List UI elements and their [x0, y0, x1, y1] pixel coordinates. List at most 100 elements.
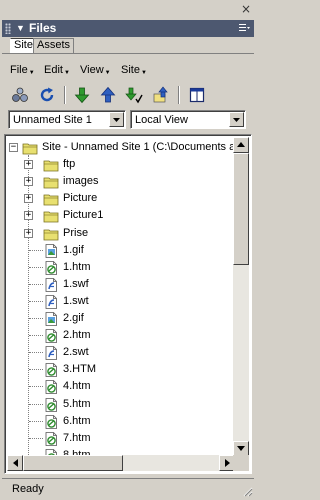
tree-folder-row[interactable]: + Picture1	[7, 207, 235, 224]
site-file-tree[interactable]: − Site - Unnamed Site 1 (C:\Documents a …	[4, 134, 252, 474]
tree-folder-row[interactable]: + images	[7, 173, 235, 190]
toolbar-separator	[178, 86, 180, 104]
tree-branch-line	[29, 300, 43, 302]
put-icon[interactable]	[99, 86, 117, 104]
resize-grip-icon[interactable]	[242, 486, 253, 497]
expand-icon[interactable]	[188, 86, 206, 104]
refresh-icon[interactable]	[38, 86, 56, 104]
tree-branch-line	[29, 403, 43, 405]
tree-item-label: 1.swf	[63, 277, 89, 290]
view-select[interactable]: Local View	[130, 110, 246, 129]
expand-toggle-icon[interactable]: +	[24, 194, 33, 204]
tree-content: − Site - Unnamed Site 1 (C:\Documents a …	[7, 137, 235, 457]
check-out-icon[interactable]	[125, 86, 143, 104]
options-menu-icon[interactable]	[238, 22, 250, 34]
folder-icon	[43, 160, 59, 172]
horizontal-scrollbar[interactable]	[7, 455, 235, 471]
view-select-dropdown-button[interactable]	[229, 112, 244, 127]
htm-file-icon	[45, 380, 57, 395]
expand-toggle-icon[interactable]: +	[24, 228, 33, 238]
vertical-scroll-thumb[interactable]	[233, 153, 249, 265]
tree-file-row[interactable]: 2.htm	[7, 327, 235, 344]
tree-branch-line	[29, 249, 43, 251]
htm-file-icon	[45, 397, 57, 412]
tree-item-label: 5.htm	[63, 397, 91, 410]
htm-file-icon	[45, 260, 57, 275]
scroll-right-arrow-icon	[225, 459, 230, 467]
window-top-strip: ×	[0, 0, 256, 20]
folder-icon	[43, 229, 59, 240]
menu-site[interactable]: Site▼	[121, 62, 147, 81]
htm-file-icon	[45, 431, 57, 446]
gif-file-icon	[45, 243, 57, 258]
tree-branch-line	[29, 369, 43, 371]
panel-title: Files	[29, 21, 57, 35]
tree-file-row[interactable]: 4.htm	[7, 378, 235, 395]
expand-toggle-icon[interactable]: +	[24, 211, 33, 221]
tree-root-label: Site - Unnamed Site 1 (C:\Documents a	[42, 141, 235, 153]
tree-item-label: 6.htm	[63, 414, 91, 427]
tree-item-label: 4.htm	[63, 380, 91, 393]
expand-toggle-icon[interactable]: +	[24, 177, 33, 187]
tree-branch-line	[29, 352, 43, 354]
tree-branch-line	[29, 386, 43, 388]
tree-file-row[interactable]: 7.htm	[7, 430, 235, 447]
scrollbar-corner	[233, 455, 249, 471]
tree-item-label: 1.htm	[63, 260, 91, 273]
tree-file-row[interactable]: 2.swt	[7, 344, 235, 361]
tree-branch-line	[29, 283, 43, 285]
tree-item-label: Picture	[63, 192, 98, 205]
site-select[interactable]: Unnamed Site 1	[8, 110, 126, 129]
folder-icon	[43, 211, 59, 223]
status-bar: Ready	[2, 478, 254, 498]
menu-view[interactable]: View▼	[80, 62, 111, 81]
toolbar-separator	[64, 86, 66, 104]
tree-file-row[interactable]: 1.swt	[7, 293, 235, 310]
menu-bar: File▼ Edit▼ View▼ Site▼	[2, 62, 254, 78]
tree-file-row[interactable]: 6.htm	[7, 413, 235, 430]
site-select-dropdown-button[interactable]	[109, 112, 124, 127]
tree-item-label: 7.htm	[63, 431, 91, 444]
tree-file-row[interactable]: 2.gif	[7, 310, 235, 327]
selector-row: Unnamed Site 1 Local View	[2, 110, 254, 130]
tree-folder-row[interactable]: + ftp	[7, 156, 235, 173]
scroll-down-arrow-icon	[237, 446, 245, 451]
htm-file-icon	[45, 363, 57, 378]
site-folder-icon	[22, 143, 38, 155]
gif-file-icon	[45, 312, 57, 326]
tree-file-row[interactable]: 1.swf	[7, 276, 235, 293]
tree-file-row[interactable]: 1.htm	[7, 259, 235, 276]
get-icon[interactable]	[73, 86, 91, 104]
panel-title-bar[interactable]: ▼ Files	[2, 20, 254, 37]
tree-file-row[interactable]: 1.gif	[7, 242, 235, 259]
menu-file[interactable]: File▼	[10, 62, 35, 81]
tree-folder-row[interactable]: + Picture	[7, 190, 235, 207]
scroll-left-button[interactable]	[7, 455, 23, 471]
collapse-arrow-icon[interactable]: ▼	[16, 21, 25, 36]
tree-branch-line	[29, 420, 43, 422]
scroll-up-button[interactable]	[233, 137, 249, 153]
chevron-down-icon	[233, 118, 240, 122]
tree-folder-row[interactable]: + Prise	[7, 225, 235, 242]
scroll-left-arrow-icon	[13, 459, 18, 467]
expand-toggle-icon[interactable]: +	[24, 160, 33, 170]
vertical-scrollbar[interactable]	[233, 137, 249, 457]
tree-file-row[interactable]: 3.HTM	[7, 361, 235, 378]
tree-root-row[interactable]: − Site - Unnamed Site 1 (C:\Documents a	[7, 139, 235, 156]
tab-divider	[2, 53, 254, 54]
folder-icon	[43, 177, 59, 189]
htm-file-icon	[45, 414, 57, 429]
tree-file-row[interactable]: 5.htm	[7, 396, 235, 413]
tree-item-label: 1.gif	[63, 243, 84, 256]
tree-item-label: ftp	[63, 158, 76, 171]
menu-edit[interactable]: Edit▼	[44, 62, 70, 81]
tab-assets[interactable]: Assets	[33, 38, 75, 53]
connect-icon[interactable]	[11, 86, 29, 104]
horizontal-scroll-thumb[interactable]	[23, 455, 123, 471]
drag-grip-icon[interactable]	[5, 23, 11, 34]
tree-item-label: 2.htm	[63, 329, 91, 342]
close-icon[interactable]: ×	[240, 3, 252, 15]
tree-item-label: images	[63, 175, 99, 188]
check-in-icon[interactable]	[152, 86, 170, 104]
collapse-toggle-icon[interactable]: −	[9, 143, 18, 152]
